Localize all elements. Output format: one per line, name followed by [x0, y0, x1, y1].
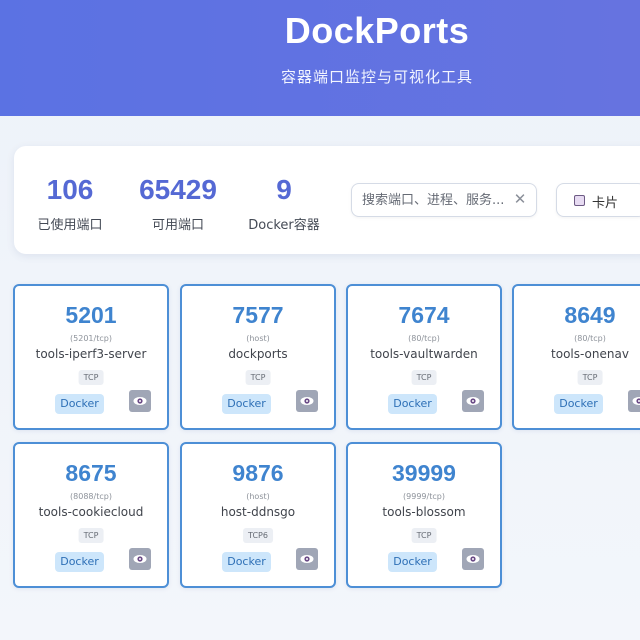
used-ports-stat: 106 已使用端口	[34, 170, 106, 233]
view-button[interactable]	[628, 390, 640, 412]
port-number: 5201	[65, 302, 117, 328]
view-button[interactable]	[129, 548, 151, 570]
port-card[interactable]: 7577 (host) dockports TCP Docker	[180, 284, 336, 430]
service-name: tools-iperf3-server	[35, 347, 147, 361]
service-name: tools-vaultwarden	[370, 347, 478, 361]
docker-badge: Docker	[222, 552, 271, 572]
view-button[interactable]	[462, 390, 484, 412]
docker-containers-stat: 9 Docker容器	[246, 170, 322, 233]
protocol-badge: TCP	[245, 370, 271, 385]
protocol-badge: TCP	[577, 370, 603, 385]
eye-icon	[133, 555, 147, 563]
docker-badge: Docker	[388, 394, 437, 414]
port-mapping: (host)	[246, 334, 270, 343]
card-view-toggle-button[interactable]: 卡片	[556, 183, 640, 217]
view-button[interactable]	[129, 390, 151, 412]
port-card[interactable]: 39999 (9999/tcp) tools-blossom TCP Docke…	[346, 442, 502, 588]
square-icon	[574, 195, 585, 206]
protocol-badge: TCP	[411, 370, 437, 385]
close-icon[interactable]: ✕	[512, 191, 528, 207]
port-card[interactable]: 9876 (host) host-ddnsgo TCP6 Docker	[180, 442, 336, 588]
eye-icon	[300, 397, 314, 405]
eye-icon	[466, 555, 480, 563]
free-ports-value: 65429	[139, 174, 217, 205]
port-mapping: (host)	[246, 492, 270, 501]
port-mapping: (8088/tcp)	[70, 492, 112, 501]
port-number: 9876	[232, 460, 284, 486]
protocol-badge: TCP	[78, 370, 104, 385]
view-button[interactable]	[296, 548, 318, 570]
service-name: tools-blossom	[382, 505, 466, 519]
app-title: DockPorts	[284, 10, 470, 51]
port-mapping: (80/tcp)	[574, 334, 606, 343]
eye-icon	[300, 555, 314, 563]
app-subtitle: 容器端口监控与可视化工具	[280, 68, 473, 86]
stats-panel: 106 已使用端口 65429 可用端口 9 Docker容器 ✕ 卡片	[14, 146, 640, 254]
docker-badge: Docker	[222, 394, 271, 414]
eye-icon	[133, 397, 147, 405]
search-box: ✕	[351, 183, 537, 217]
search-input[interactable]	[362, 184, 512, 216]
port-mapping: (5201/tcp)	[70, 334, 112, 343]
service-name: tools-onenav	[551, 347, 629, 361]
docker-containers-value: 9	[276, 174, 292, 205]
view-button[interactable]	[462, 548, 484, 570]
port-number: 7577	[232, 302, 284, 328]
protocol-badge: TCP	[411, 528, 437, 543]
docker-badge: Docker	[55, 394, 104, 414]
port-number: 8649	[564, 302, 616, 328]
docker-badge: Docker	[388, 552, 437, 572]
port-number: 8675	[65, 460, 117, 486]
service-name: dockports	[228, 347, 288, 361]
eye-icon	[466, 397, 480, 405]
docker-badge: Docker	[55, 552, 104, 572]
port-card[interactable]: 5201 (5201/tcp) tools-iperf3-server TCP …	[13, 284, 169, 430]
port-number: 39999	[392, 460, 456, 486]
port-card[interactable]: 8649 (80/tcp) tools-onenav TCP Docker	[512, 284, 640, 430]
port-mapping: (9999/tcp)	[403, 492, 445, 501]
used-ports-label: 已使用端口	[37, 218, 103, 233]
port-mapping: (80/tcp)	[408, 334, 440, 343]
page: DockPorts 容器端口监控与可视化工具 106 已使用端口 65429 可…	[0, 0, 640, 640]
port-number: 7674	[398, 302, 450, 328]
docker-containers-label: Docker容器	[248, 218, 320, 233]
port-card[interactable]: 8675 (8088/tcp) tools-cookiecloud TCP Do…	[13, 442, 169, 588]
service-name: tools-cookiecloud	[38, 505, 144, 519]
view-button[interactable]	[296, 390, 318, 412]
eye-icon	[632, 397, 640, 405]
service-name: host-ddnsgo	[220, 505, 296, 519]
docker-badge: Docker	[554, 394, 603, 414]
protocol-badge: TCP	[78, 528, 104, 543]
app-header: DockPorts 容器端口监控与可视化工具	[0, 0, 640, 116]
port-card[interactable]: 7674 (80/tcp) tools-vaultwarden TCP Dock…	[346, 284, 502, 430]
protocol-badge: TCP6	[243, 528, 273, 543]
used-ports-value: 106	[46, 174, 94, 205]
free-ports-label: 可用端口	[151, 218, 204, 233]
card-view-toggle-label: 卡片	[592, 196, 619, 211]
free-ports-stat: 65429 可用端口	[130, 170, 226, 233]
